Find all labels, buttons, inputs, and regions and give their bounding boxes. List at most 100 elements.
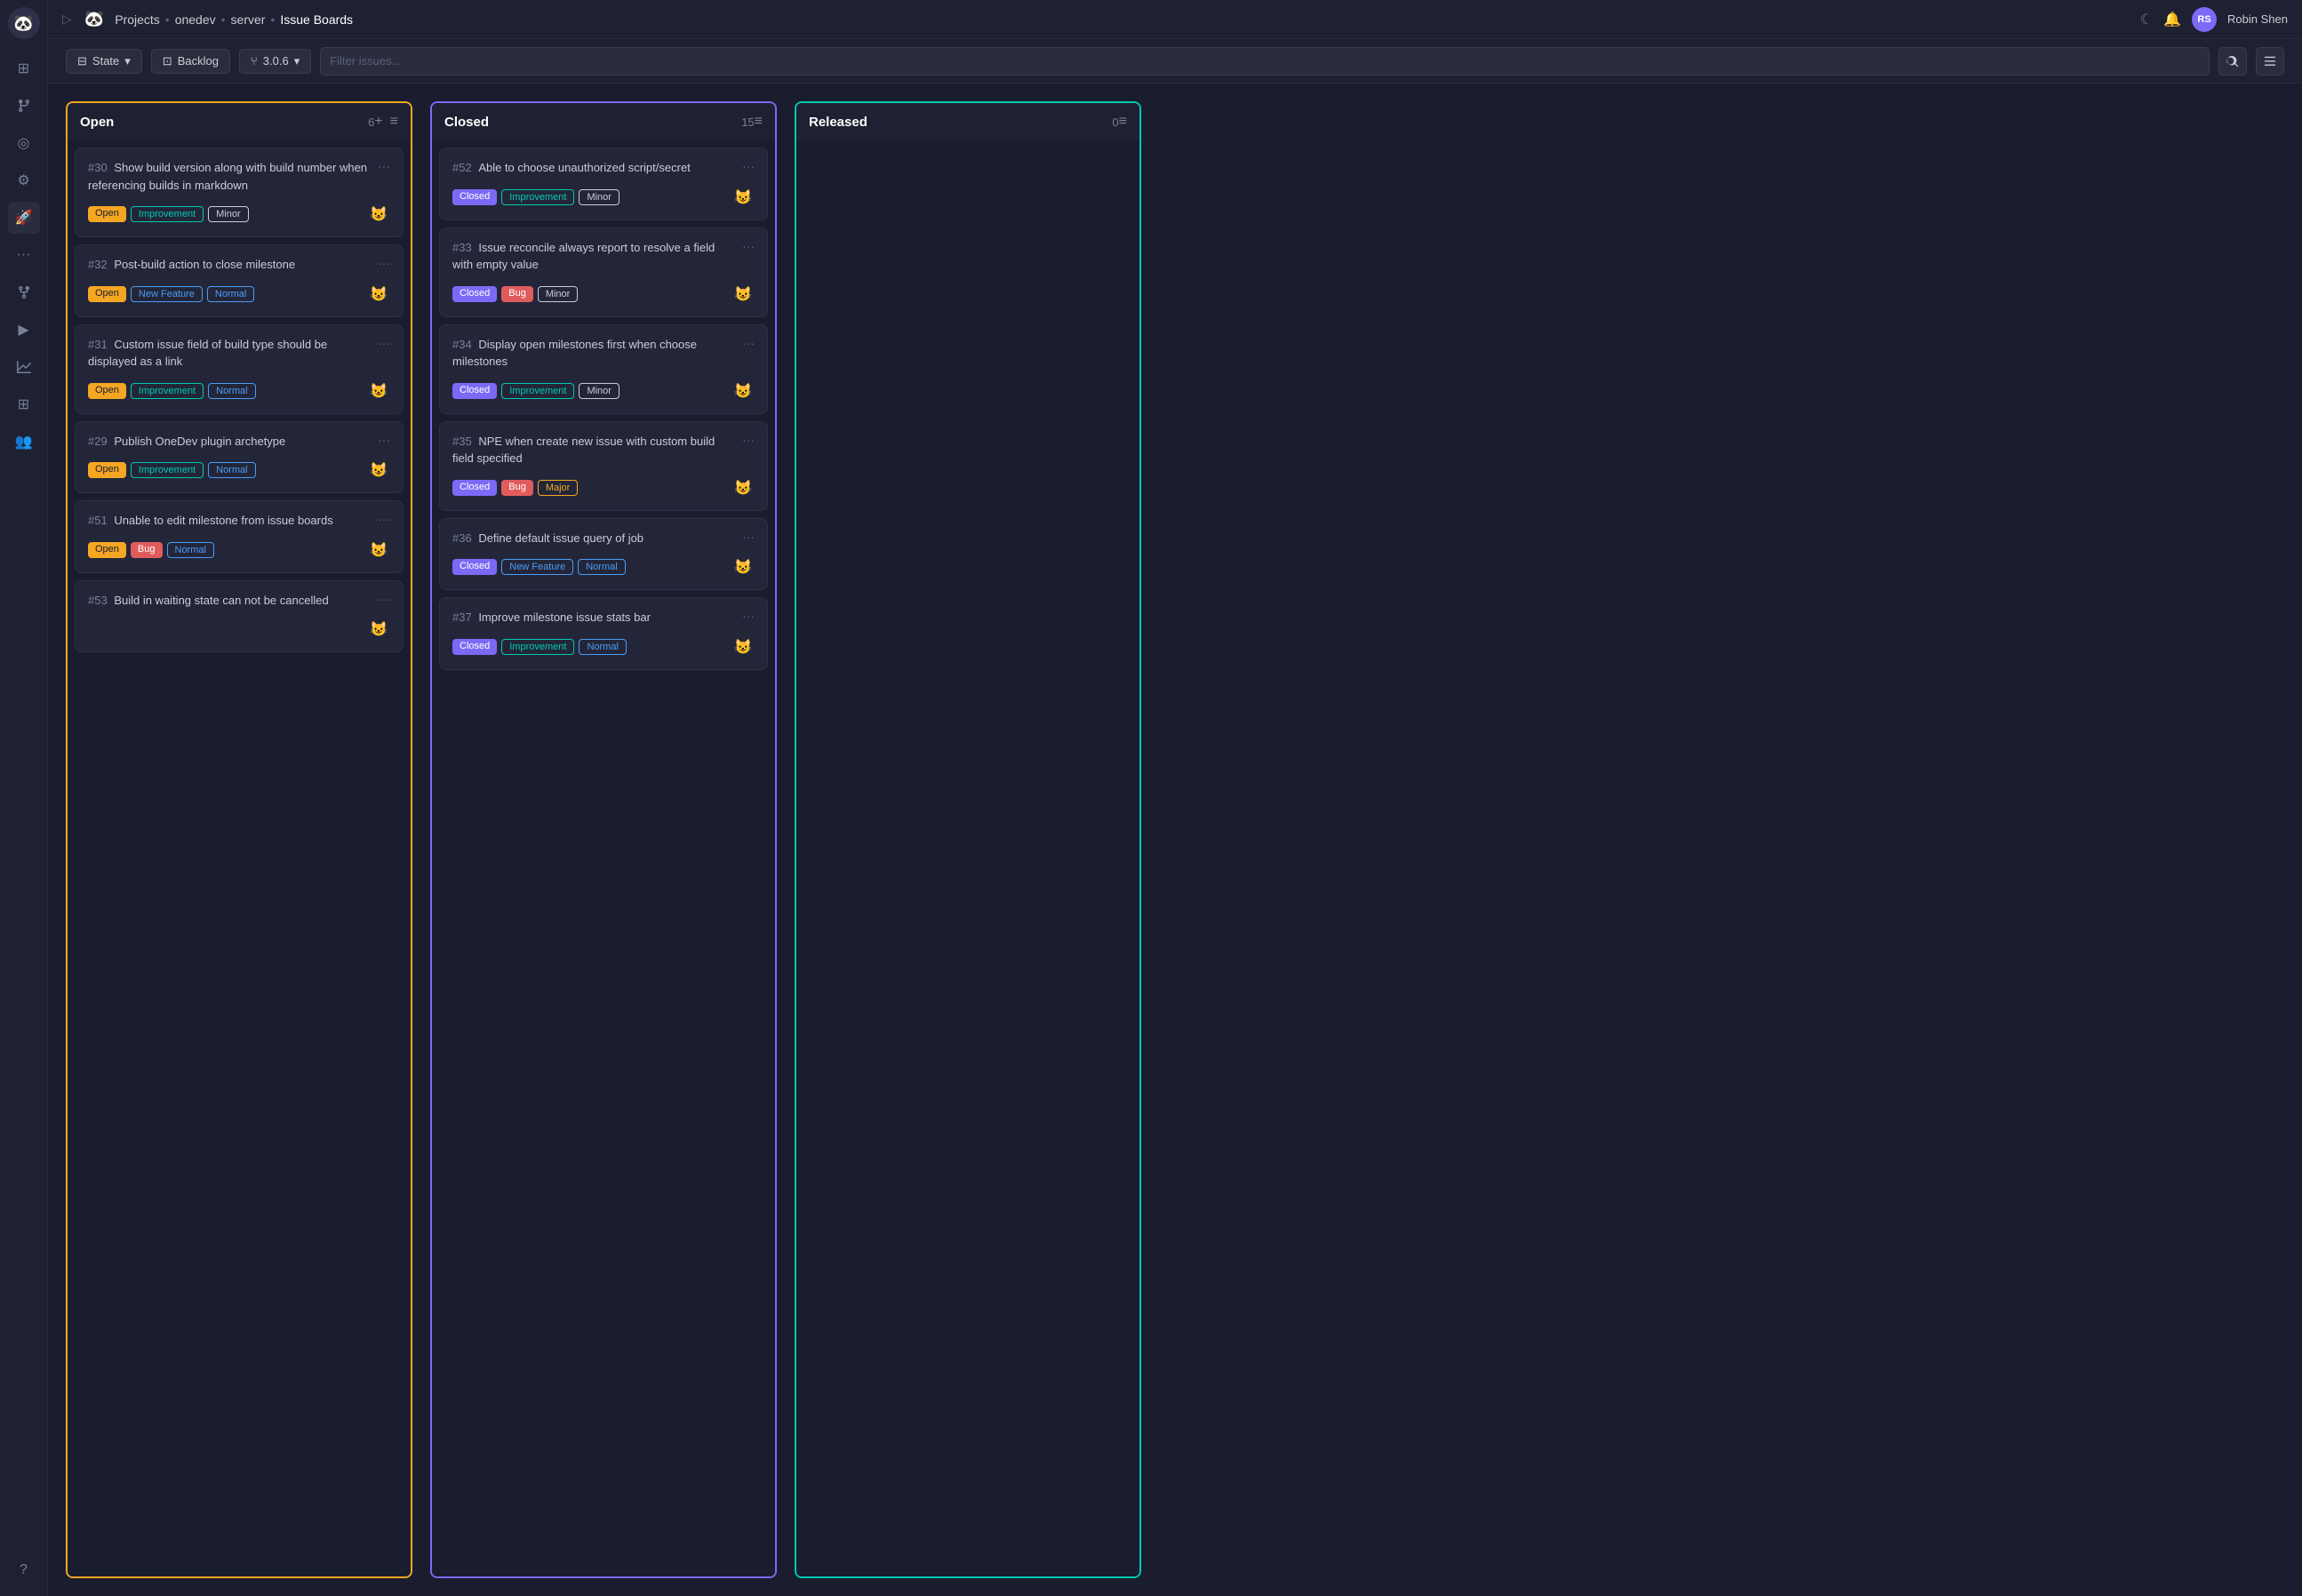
breadcrumb-current: Issue Boards xyxy=(280,12,353,27)
sidebar-item-branches[interactable] xyxy=(8,90,40,122)
card-menu-51[interactable]: ··· xyxy=(378,512,390,526)
sidebar-item-settings[interactable]: ⚙ xyxy=(8,164,40,196)
sidebar-item-build[interactable]: ▶ xyxy=(8,314,40,346)
card-35[interactable]: #35 NPE when create new issue with custo… xyxy=(439,421,768,511)
sidebar-item-rocket[interactable]: 🚀 xyxy=(8,202,40,234)
card-29[interactable]: #29 Publish OneDev plugin archetype···Op… xyxy=(75,421,404,494)
tag-improvement[interactable]: Improvement xyxy=(131,383,204,399)
breadcrumb-onedev[interactable]: onedev xyxy=(175,12,216,27)
sidebar-item-help[interactable]: ? xyxy=(8,1554,40,1586)
card-30[interactable]: #30 Show build version along with build … xyxy=(75,148,404,237)
tag-minor[interactable]: Minor xyxy=(579,189,619,205)
card-avatar-33: 😺 xyxy=(731,283,755,306)
issue-number-52: #52 xyxy=(452,161,475,174)
tag-closed[interactable]: Closed xyxy=(452,286,497,302)
tag-bug[interactable]: Bug xyxy=(131,542,163,558)
card-32[interactable]: #32 Post-build action to close milestone… xyxy=(75,244,404,317)
breadcrumb-projects[interactable]: Projects xyxy=(115,12,160,27)
tag-minor[interactable]: Minor xyxy=(208,206,249,222)
menu-icon-button[interactable] xyxy=(2256,47,2284,76)
tag-normal[interactable]: Normal xyxy=(579,639,626,655)
user-avatar[interactable]: RS xyxy=(2192,7,2217,32)
tag-normal[interactable]: Normal xyxy=(208,383,255,399)
tag-major[interactable]: Major xyxy=(538,480,579,496)
tag-improvement[interactable]: Improvement xyxy=(501,639,574,655)
tag-normal[interactable]: Normal xyxy=(208,462,255,478)
tag-improvement[interactable]: Improvement xyxy=(501,383,574,399)
card-33[interactable]: #33 Issue reconcile always report to res… xyxy=(439,227,768,317)
card-menu-53[interactable]: ··· xyxy=(378,592,390,606)
card-header-34: #34 Display open milestones first when c… xyxy=(452,336,755,371)
tag-bug[interactable]: Bug xyxy=(501,480,533,496)
card-menu-30[interactable]: ··· xyxy=(378,159,390,173)
sidebar-item-git[interactable] xyxy=(8,276,40,308)
notification-icon[interactable]: 🔔 xyxy=(2163,11,2181,28)
user-name[interactable]: Robin Shen xyxy=(2227,12,2288,26)
tag-open[interactable]: Open xyxy=(88,206,126,222)
column-open: Open6+≡#30 Show build version along with… xyxy=(66,101,412,1578)
card-menu-35[interactable]: ··· xyxy=(742,433,755,447)
tag-open[interactable]: Open xyxy=(88,542,126,558)
column-menu-button-closed[interactable]: ≡ xyxy=(755,114,763,130)
card-menu-52[interactable]: ··· xyxy=(742,159,755,173)
tag-improvement[interactable]: Improvement xyxy=(131,462,204,478)
add-card-button-open[interactable]: + xyxy=(374,114,382,130)
tag-normal[interactable]: Normal xyxy=(207,286,254,302)
sidebar-item-more[interactable]: ··· xyxy=(8,239,40,271)
tag-minor[interactable]: Minor xyxy=(538,286,579,302)
tag-closed[interactable]: Closed xyxy=(452,383,497,399)
column-actions-open: +≡ xyxy=(374,114,398,130)
sidebar-item-releases[interactable]: ◎ xyxy=(8,127,40,159)
card-tags-35: ClosedBug Major xyxy=(452,480,578,496)
tag-bug[interactable]: Bug xyxy=(501,286,533,302)
tag-open[interactable]: Open xyxy=(88,286,126,302)
state-filter-button[interactable]: ⊟ State ▾ xyxy=(66,49,142,74)
sidebar-item-chart[interactable] xyxy=(8,351,40,383)
toolbar: ⊟ State ▾ ⊡ Backlog ⑂ 3.0.6 ▾ Filter iss… xyxy=(48,39,2302,84)
breadcrumb-server[interactable]: server xyxy=(231,12,266,27)
card-tags-51: Open BugNormal xyxy=(88,542,214,558)
card-31[interactable]: #31 Custom issue field of build type sho… xyxy=(75,324,404,414)
card-52[interactable]: #52 Able to choose unauthorized script/s… xyxy=(439,148,768,220)
card-avatar-32: 😺 xyxy=(367,283,390,306)
card-tags-30: Open ImprovementMinor xyxy=(88,206,249,222)
tag-normal[interactable]: Normal xyxy=(578,559,625,575)
card-34[interactable]: #34 Display open milestones first when c… xyxy=(439,324,768,414)
backlog-button[interactable]: ⊡ Backlog xyxy=(151,49,230,74)
sidebar-item-team[interactable]: 👥 xyxy=(8,426,40,458)
tag-improvement[interactable]: Improvement xyxy=(131,206,204,222)
sidebar-toggle-icon[interactable]: ▷ xyxy=(62,12,72,27)
tag-closed[interactable]: Closed xyxy=(452,559,497,575)
card-footer-33: ClosedBug Minor 😺 xyxy=(452,283,755,306)
tag-new-feature[interactable]: New Feature xyxy=(131,286,203,302)
card-51[interactable]: #51 Unable to edit milestone from issue … xyxy=(75,500,404,573)
sidebar-item-dashboard[interactable]: ⊞ xyxy=(8,52,40,84)
card-37[interactable]: #37 Improve milestone issue stats bar···… xyxy=(439,597,768,670)
app-logo[interactable]: 🐼 xyxy=(8,7,40,39)
card-36[interactable]: #36 Define default issue query of job···… xyxy=(439,518,768,591)
card-53[interactable]: #53 Build in waiting state can not be ca… xyxy=(75,580,404,653)
tag-open[interactable]: Open xyxy=(88,383,126,399)
card-menu-34[interactable]: ··· xyxy=(742,336,755,350)
card-menu-29[interactable]: ··· xyxy=(378,433,390,447)
card-menu-37[interactable]: ··· xyxy=(742,609,755,623)
tag-improvement[interactable]: Improvement xyxy=(501,189,574,205)
tag-closed[interactable]: Closed xyxy=(452,639,497,655)
column-menu-button-released[interactable]: ≡ xyxy=(1119,114,1127,130)
version-button[interactable]: ⑂ 3.0.6 ▾ xyxy=(239,49,311,74)
issue-number-35: #35 xyxy=(452,435,475,448)
tag-new-feature[interactable]: New Feature xyxy=(501,559,573,575)
tag-normal[interactable]: Normal xyxy=(167,542,214,558)
column-menu-button-open[interactable]: ≡ xyxy=(390,114,398,130)
moon-icon[interactable]: ☾ xyxy=(2140,11,2153,28)
sidebar-item-grid[interactable]: ⊞ xyxy=(8,388,40,420)
search-button[interactable] xyxy=(2218,47,2247,76)
card-menu-32[interactable]: ··· xyxy=(378,256,390,270)
tag-open[interactable]: Open xyxy=(88,462,126,478)
card-menu-31[interactable]: ··· xyxy=(378,336,390,350)
card-menu-33[interactable]: ··· xyxy=(742,239,755,253)
tag-closed[interactable]: Closed xyxy=(452,189,497,205)
tag-closed[interactable]: Closed xyxy=(452,480,497,496)
card-menu-36[interactable]: ··· xyxy=(742,530,755,544)
tag-minor[interactable]: Minor xyxy=(579,383,619,399)
